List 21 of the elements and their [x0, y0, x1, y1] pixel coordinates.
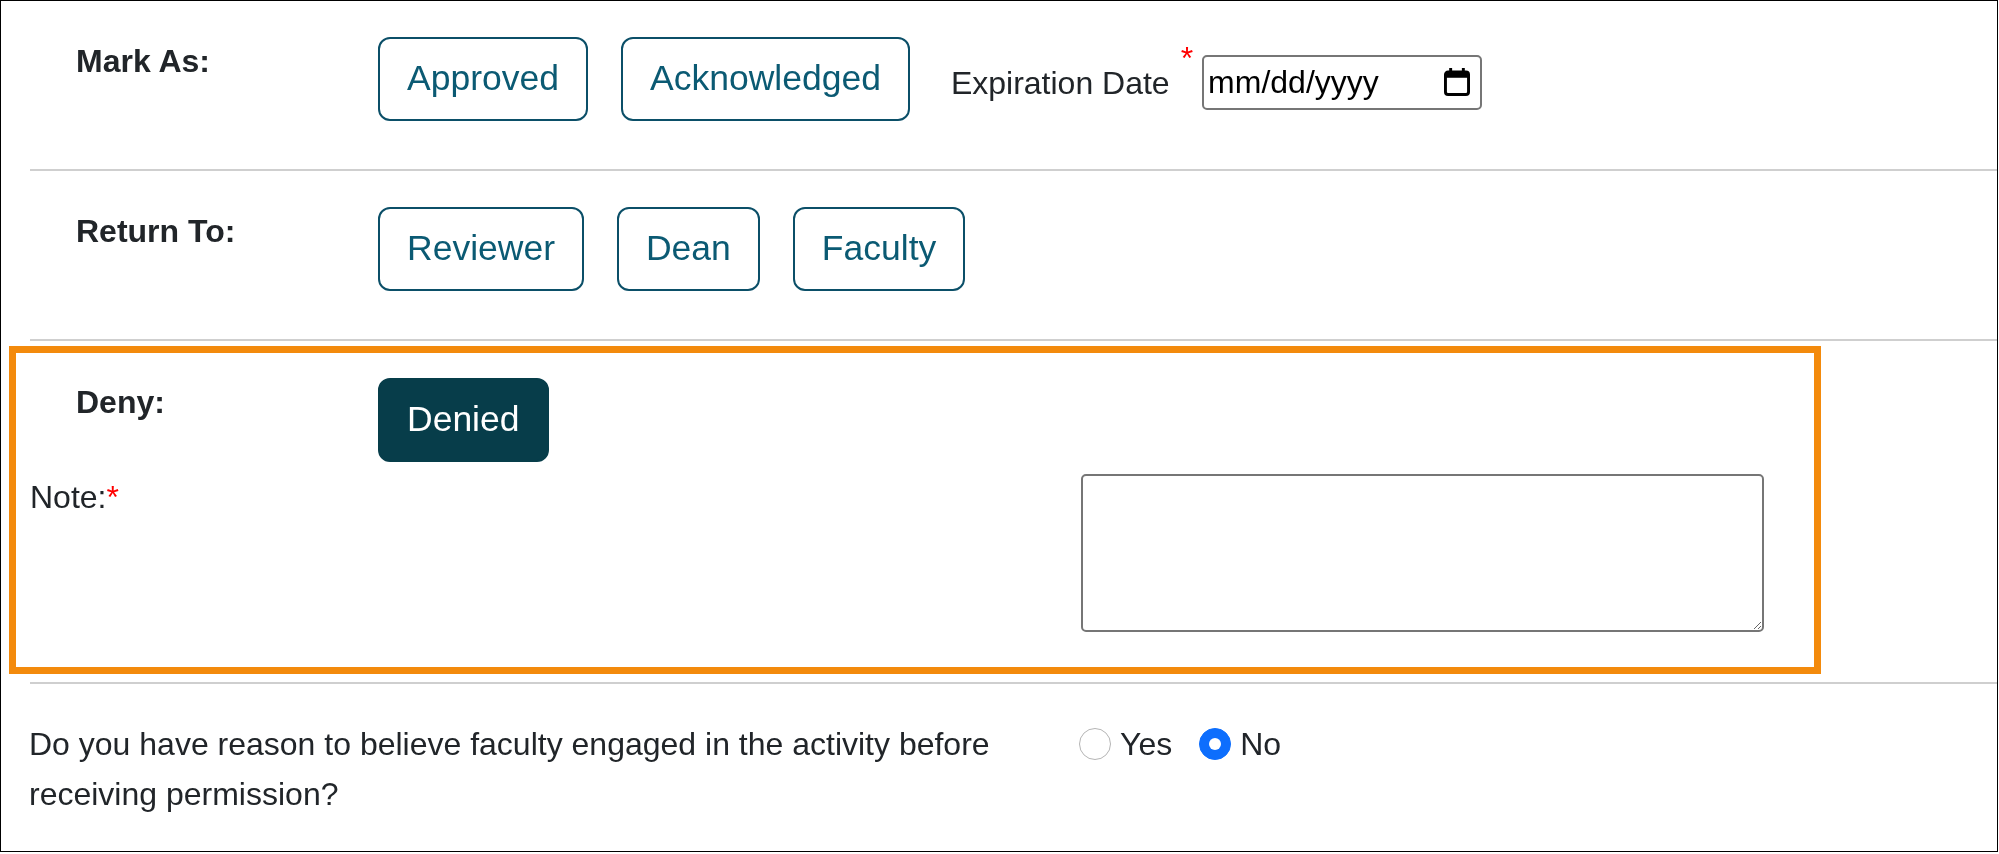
action-button[interactable]: Acknowledged — [620, 37, 910, 121]
radio-button[interactable] — [1079, 728, 1111, 760]
calendar-icon[interactable] — [1444, 68, 1471, 96]
action-button[interactable]: Reviewer — [378, 207, 584, 291]
question-text: Do you have reason to believe faculty engaged in the activity before receiving permission? — [29, 725, 991, 814]
note-textarea[interactable] — [1081, 474, 1764, 632]
section-label: Deny: — [76, 383, 166, 422]
action-button[interactable]: Faculty — [792, 207, 966, 291]
date-field[interactable]: mm/dd/yyyy — [1202, 55, 1483, 110]
radio-button[interactable] — [1199, 728, 1232, 760]
section-label: Mark As: — [76, 42, 211, 81]
action-button[interactable]: Denied — [378, 378, 549, 462]
required-mark: * — [1180, 42, 1194, 74]
radio-label: No — [1240, 725, 1282, 764]
required-mark: * — [106, 478, 119, 517]
action-button[interactable]: Approved — [378, 37, 588, 121]
section-label: Return To: — [76, 212, 237, 251]
action-button[interactable]: Dean — [616, 207, 760, 291]
field-label: Note: — [30, 478, 107, 517]
radio-label: Yes — [1120, 725, 1173, 764]
field-label: Expiration Date — [950, 64, 1170, 103]
